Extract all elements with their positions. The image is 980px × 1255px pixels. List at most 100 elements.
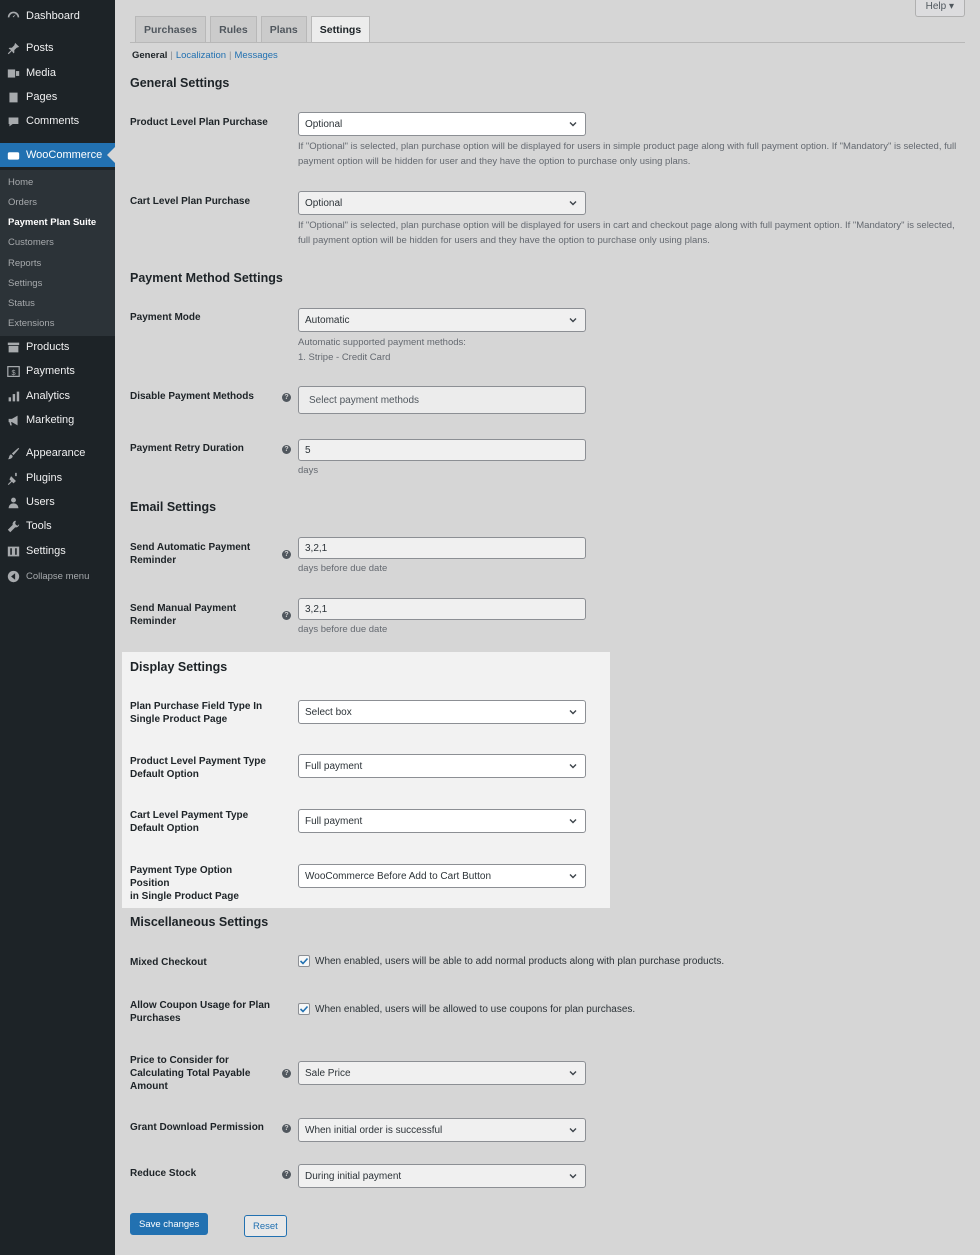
checkbox-label: When enabled, users will be allowed to u… [315,1003,636,1015]
sidebar-item-marketing[interactable]: Marketing [0,410,115,430]
archive-icon [6,340,20,354]
tab-settings[interactable]: Settings [310,16,371,43]
sidebar-item-label: Dashboard [26,10,80,22]
sidebar-item-label: Pages [26,91,58,103]
sidebar-item-dashboard[interactable]: Dashboard [0,6,115,26]
manual-reminder-input[interactable]: 3,2,1 [298,598,586,620]
chevron-down-icon [569,874,577,879]
product-default-select[interactable]: Full payment [298,754,586,778]
help-tooltip-icon[interactable]: ? [282,1124,291,1133]
subnav-separator: | [229,50,232,61]
section-title-email: Email Settings [130,500,217,514]
tab-purchases[interactable]: Purchases [135,16,207,42]
select-value: Select box [305,706,352,718]
field-label-price-consider: Price to Consider for Calculating Total P… [130,1054,270,1093]
select-value: Optional [305,197,343,209]
label-line: in Single Product Page [130,891,239,902]
sliders-icon [6,544,20,558]
sidebar-item-posts[interactable]: Posts [0,38,115,58]
sidebar-item-label: Comments [26,115,80,127]
download-permission-select[interactable]: When initial order is successful [298,1118,586,1142]
label-line: Single Product Page [130,714,228,725]
manual-reminder-unit: days before due date [298,624,388,635]
field-label-payment-mode: Payment Mode [130,312,201,323]
submenu-item-customers[interactable]: Customers [8,237,54,248]
sidebar-item-woocommerce[interactable]: WooCommerce [0,143,115,167]
svg-text:$: $ [11,367,15,376]
sidebar-item-tools[interactable]: Tools [0,516,115,536]
payment-mode-description: Automatic supported payment methods: [298,337,466,348]
field-label-mixed-checkout: Mixed Checkout [130,957,207,968]
coupon-checkbox[interactable] [298,1003,310,1015]
help-button[interactable]: Help ▾ [914,0,965,17]
auto-reminder-input[interactable]: 3,2,1 [298,537,586,559]
reduce-stock-select[interactable]: During initial payment [298,1164,586,1188]
select-value: Full payment [305,815,363,827]
user-icon [6,495,20,509]
sidebar-item-users[interactable]: Users [0,492,115,512]
field-label-download-permission: Grant Download Permission [130,1122,264,1133]
section-title-misc: Miscellaneous Settings [130,915,269,929]
sidebar-item-products[interactable]: Products [0,337,115,357]
payment-retry-duration-input[interactable]: 5 [298,439,586,461]
sidebar-item-plugins[interactable]: Plugins [0,468,115,488]
sidebar-item-label: Settings [26,545,66,557]
submenu-item-payment-plan-suite[interactable]: Payment Plan Suite [8,217,96,228]
option-position-select[interactable]: WooCommerce Before Add to Cart Button [298,864,586,888]
chevron-down-icon [569,201,577,206]
brush-icon [6,446,20,460]
price-consider-select[interactable]: Sale Price [298,1061,586,1085]
sidebar-item-settings[interactable]: Settings [0,541,115,561]
cart-default-select[interactable]: Full payment [298,809,586,833]
submenu-item-orders[interactable]: Orders [8,197,37,208]
help-tooltip-icon[interactable]: ? [282,445,291,454]
collapse-menu-button[interactable]: Collapse menu [0,566,115,586]
woo-icon [6,148,20,162]
subnav-general[interactable]: General [132,50,167,61]
sidebar-item-label: Analytics [26,390,71,402]
chevron-down-icon [569,318,577,323]
save-changes-button[interactable]: Save changes [130,1213,209,1235]
label-line: Allow Coupon Usage for Plan [130,1000,271,1011]
tab-plans[interactable]: Plans [260,16,307,42]
submenu-item-status[interactable]: Status [8,298,35,309]
sidebar-item-pages[interactable]: Pages [0,87,115,107]
payment-mode-select[interactable]: Automatic [298,308,586,332]
field-label-cart-default: Cart Level Payment Type Default Option [130,809,270,835]
submenu-item-settings[interactable]: Settings [8,278,42,289]
help-tooltip-icon[interactable]: ? [282,611,291,620]
subnav-localization[interactable]: Localization [176,50,226,61]
submenu-item-home[interactable]: Home [8,177,33,188]
input-value: 3,2,1 [305,542,328,554]
submenu-item-reports[interactable]: Reports [8,258,41,269]
field-label-disable-methods: Disable Payment Methods [130,391,254,402]
pin-icon [6,41,20,55]
help-tooltip-icon[interactable]: ? [282,1069,291,1078]
mixed-checkout-checkbox[interactable] [298,955,310,967]
sidebar-item-payments[interactable]: $ Payments [0,361,115,381]
cart-level-select[interactable]: Optional [298,191,586,215]
sidebar-item-label: Users [26,496,55,508]
collapse-menu-label: Collapse menu [26,570,90,582]
sidebar-item-appearance[interactable]: Appearance [0,443,115,463]
sidebar-item-label: Tools [26,520,52,532]
field-label-field-type: Plan Purchase Field Type In Single Produc… [130,700,270,726]
input-value: 5 [305,444,311,456]
disable-payment-methods-select[interactable]: Select payment methods [298,386,586,414]
field-label-product-default: Product Level Payment Type Default Option [130,755,270,781]
tab-rules[interactable]: Rules [210,16,257,42]
help-tooltip-icon[interactable]: ? [282,1170,291,1179]
sidebar-item-comments[interactable]: Comments [0,111,115,131]
subnav-messages[interactable]: Messages [235,50,278,61]
field-type-select[interactable]: Select box [298,700,586,724]
reset-button[interactable]: Reset [244,1215,287,1237]
product-level-select[interactable]: Optional [298,112,586,136]
nav-tabs: Purchases Rules Plans Settings [135,16,371,43]
sidebar-item-analytics[interactable]: Analytics [0,386,115,406]
help-tooltip-icon[interactable]: ? [282,393,291,402]
submenu-item-extensions[interactable]: Extensions [8,318,54,329]
help-tooltip-icon[interactable]: ? [282,550,291,559]
section-title-payment: Payment Method Settings [130,271,283,285]
cart-level-description: If "Optional" is selected, plan purchase… [298,220,955,246]
sidebar-item-media[interactable]: Media [0,63,115,83]
